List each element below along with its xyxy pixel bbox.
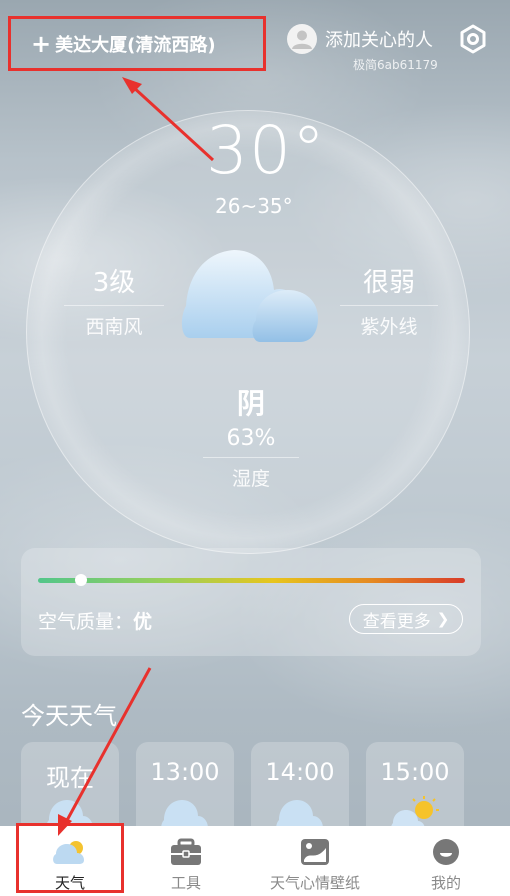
uv-stat: 很弱 紫外线 [340, 262, 438, 339]
wind-direction: 西南风 [85, 316, 143, 338]
tab-profile-label: 我的 [430, 874, 461, 892]
weather-condition: 阴 [236, 387, 265, 420]
uv-label: 紫外线 [360, 316, 418, 338]
temperature-range: 26~35° [215, 194, 293, 218]
air-quality-card[interactable]: 空气质量：优 查看更多 ❯ [21, 548, 481, 656]
add-care-person-button[interactable]: 添加关心的人 [287, 24, 433, 54]
profile-icon [433, 839, 459, 865]
aqi-label-row: 空气质量：优 [38, 607, 152, 634]
add-location-icon: + [31, 29, 52, 58]
divider [340, 305, 438, 306]
tab-tools-label: 工具 [170, 874, 201, 892]
wind-stat: 3级 西南风 [64, 262, 164, 339]
humidity-label: 湿度 [231, 468, 270, 490]
tab-tools[interactable]: 工具 [116, 826, 256, 896]
arrow-head [122, 77, 142, 94]
hour-label: 15:00 [380, 758, 450, 786]
view-more-label: 查看更多 [362, 611, 431, 632]
wind-level: 3级 [92, 268, 136, 298]
humidity-value: 63% [226, 426, 276, 451]
hour-label: 13:00 [150, 758, 220, 786]
add-care-person-label: 添加关心的人 [325, 30, 433, 51]
current-temperature: 30° [206, 112, 326, 189]
uv-level: 很弱 [362, 268, 415, 298]
location-selector[interactable]: + 美达大厦(清流西路) [8, 16, 266, 71]
humidity-stat: 阴 63% 湿度 [203, 382, 299, 491]
bottom-tab-bar: 天气 工具 天气心情壁纸 我的 [0, 823, 510, 896]
toolbox-icon [171, 838, 201, 865]
device-id: 极简6ab61179 [353, 58, 438, 72]
cloud-icon [181, 250, 318, 342]
tab-profile[interactable]: 我的 [376, 826, 510, 896]
wallpaper-icon [301, 839, 329, 865]
aqi-label: 空气质量： [38, 611, 134, 633]
highlight-box [16, 823, 124, 893]
avatar-icon [287, 24, 317, 54]
hour-label: 14:00 [265, 758, 335, 786]
view-more-button[interactable]: 查看更多 ❯ [349, 604, 463, 634]
divider [203, 457, 299, 458]
aqi-gradient-bar [38, 578, 465, 583]
chevron-right-icon: ❯ [436, 610, 450, 628]
aqi-indicator-dot [74, 574, 87, 586]
divider [64, 305, 164, 306]
settings-gear-icon[interactable] [458, 24, 488, 54]
tab-wallpaper[interactable]: 天气心情壁纸 [245, 826, 385, 896]
today-weather-title: 今天天气 [21, 702, 117, 730]
hour-label: 现在 [46, 764, 94, 792]
tab-wallpaper-label: 天气心情壁纸 [269, 874, 360, 892]
aqi-value: 优 [133, 611, 153, 633]
location-name: 美达大厦(清流西路) [55, 34, 216, 56]
